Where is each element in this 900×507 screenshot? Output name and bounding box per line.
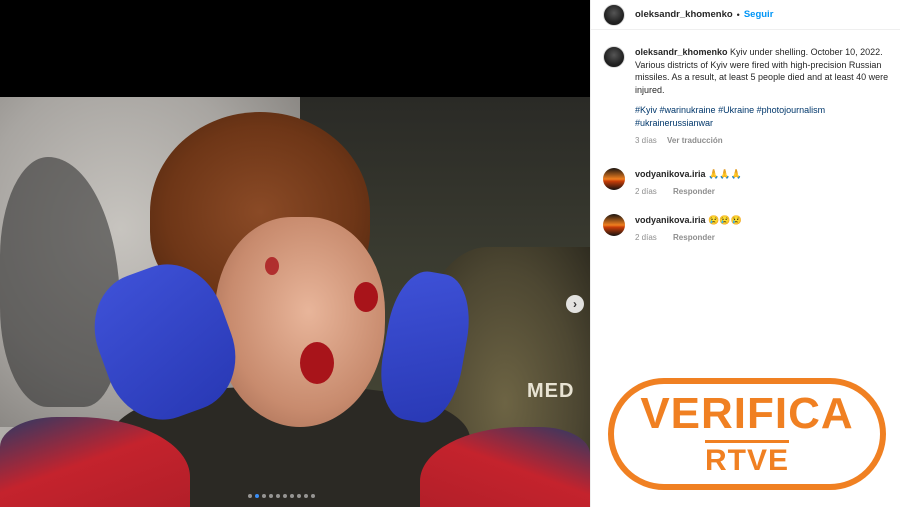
comment-text: 😢😢😢	[708, 215, 742, 225]
carousel-dot[interactable]	[269, 494, 273, 498]
caption-username[interactable]: oleksandr_khomenko	[635, 47, 728, 57]
avatar[interactable]	[603, 214, 625, 236]
comment-age: 2 días	[635, 187, 657, 196]
carousel-dot[interactable]	[304, 494, 308, 498]
translate-link[interactable]: Ver traducción	[667, 136, 723, 145]
avatar[interactable]	[603, 168, 625, 190]
carousel-dot[interactable]	[283, 494, 287, 498]
carousel-dot[interactable]	[255, 494, 259, 498]
hashtag-link[interactable]: #photojournalism	[757, 105, 826, 115]
med-patch-text: MED	[527, 380, 575, 402]
comment-username[interactable]: vodyanikova.iria	[635, 169, 706, 179]
reply-button[interactable]: Responder	[673, 233, 715, 242]
carousel-dot[interactable]	[262, 494, 266, 498]
blood-wound	[354, 282, 378, 312]
chevron-right-icon: ›	[573, 297, 577, 311]
carousel-dot[interactable]	[248, 494, 252, 498]
comment-username[interactable]: vodyanikova.iria	[635, 215, 706, 225]
avatar[interactable]	[603, 3, 625, 26]
reply-button[interactable]: Responder	[673, 187, 715, 196]
comment-text: 🙏🙏🙏	[708, 169, 742, 179]
post-caption: oleksandr_khomenko Kyiv under shelling. …	[603, 46, 900, 148]
carousel-dot[interactable]	[311, 494, 315, 498]
carousel-dots	[248, 494, 315, 498]
avatar[interactable]	[603, 46, 625, 68]
carousel-dot[interactable]	[276, 494, 280, 498]
hashtag-link[interactable]: #Kyiv	[635, 105, 657, 115]
blood-wound	[265, 257, 279, 275]
hashtag-link[interactable]: #warinukraine	[660, 105, 716, 115]
blood-wound	[300, 342, 334, 384]
verifica-rtve-watermark: VERIFICA RTVE	[608, 378, 886, 490]
carousel-dot[interactable]	[290, 494, 294, 498]
woman-face	[215, 217, 385, 427]
post-header: oleksandr_khomenko • Seguir	[591, 0, 900, 30]
post-photo: MED	[0, 97, 590, 507]
hashtag-link[interactable]: #ukrainerussianwar	[635, 118, 713, 128]
header-username[interactable]: oleksandr_khomenko	[635, 9, 733, 20]
next-image-button[interactable]: ›	[566, 295, 584, 313]
watermark-line2: RTVE	[704, 439, 789, 477]
comment: vodyanikova.iria 🙏🙏🙏 2 días Responder	[603, 168, 900, 198]
hashtag-list: #Kyiv #warinukraine #Ukraine #photojourn…	[635, 104, 899, 129]
comment: vodyanikova.iria 😢😢😢 2 días Responder	[603, 214, 900, 244]
separator: •	[736, 9, 740, 20]
comment-age: 2 días	[635, 233, 657, 242]
watermark-line1: VERIFICA	[640, 388, 854, 438]
hashtag-link[interactable]: #Ukraine	[718, 105, 754, 115]
caption-age: 3 días	[635, 136, 657, 145]
post-media: MED ›	[0, 0, 590, 507]
carousel-dot[interactable]	[297, 494, 301, 498]
follow-button[interactable]: Seguir	[744, 9, 774, 20]
